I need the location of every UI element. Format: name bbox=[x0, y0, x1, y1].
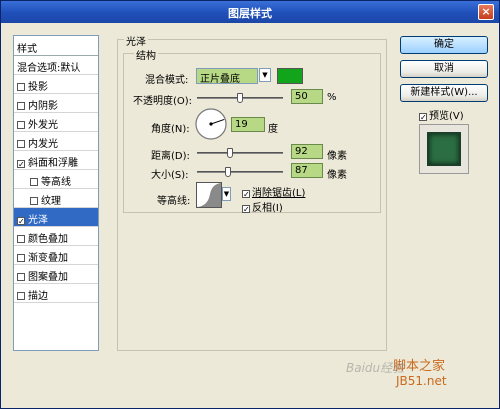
styles-list: 样式 混合选项:默认 投影 内阴影 外发光 内发光 ✓ 斜面和浮雕 等高线 纹理 ✓ 光泽 颜色叠加渐… bbox=[13, 35, 99, 351]
style-item-label: 光泽 bbox=[28, 215, 48, 226]
blend-mode-select[interactable]: 正片叠底 bbox=[196, 68, 258, 85]
contour-dropdown-icon[interactable]: ▼ bbox=[222, 187, 231, 201]
style-item-checkbox[interactable] bbox=[17, 121, 25, 129]
satin-color-swatch[interactable] bbox=[277, 68, 303, 84]
style-item-checkbox[interactable]: ✓ bbox=[17, 217, 25, 226]
title-bar: 图层样式 × bbox=[1, 1, 499, 23]
style-item-checkbox[interactable] bbox=[17, 273, 25, 281]
style-item[interactable]: 投影 bbox=[14, 75, 98, 94]
preview-label: 预览(V) bbox=[429, 111, 464, 122]
angle-unit: 度 bbox=[268, 124, 278, 135]
style-item-checkbox[interactable] bbox=[17, 102, 25, 110]
style-item-checkbox[interactable] bbox=[30, 178, 38, 186]
blend-mode-label: 混合模式: bbox=[145, 75, 189, 86]
angle-input[interactable]: 19 bbox=[231, 117, 265, 132]
opacity-slider[interactable] bbox=[197, 93, 283, 103]
size-unit: 像素 bbox=[327, 170, 347, 181]
style-item-label: 等高线 bbox=[41, 177, 71, 188]
style-item-label: 纹理 bbox=[41, 196, 61, 207]
style-item[interactable]: ✓ 光泽 bbox=[14, 208, 98, 227]
size-input[interactable]: 87 bbox=[291, 163, 323, 178]
style-item[interactable]: 内发光 bbox=[14, 132, 98, 151]
opacity-label: 不透明度(O): bbox=[133, 96, 193, 107]
style-item-label: 内阴影 bbox=[28, 101, 58, 112]
angle-label: 角度(N): bbox=[151, 124, 190, 135]
angle-dial[interactable] bbox=[194, 107, 228, 141]
invert-check-icon[interactable]: ✓ bbox=[242, 205, 250, 214]
style-item-label: 颜色叠加 bbox=[28, 234, 68, 245]
distance-input[interactable]: 92 bbox=[291, 144, 323, 159]
style-item-label: 混合选项:默认 bbox=[17, 63, 81, 74]
new-style-button[interactable]: 新建样式(W)... bbox=[400, 84, 488, 102]
size-slider-thumb[interactable] bbox=[225, 167, 231, 177]
style-item-label: 内发光 bbox=[28, 139, 58, 150]
style-item[interactable]: ✓ 斜面和浮雕 bbox=[14, 151, 98, 170]
satin-group-title: 光泽 bbox=[124, 33, 148, 48]
style-item-label: 渐变叠加 bbox=[28, 253, 68, 264]
style-item[interactable]: 颜色叠加 bbox=[14, 227, 98, 246]
opacity-slider-thumb[interactable] bbox=[237, 93, 243, 103]
watermark-url: JB51.net bbox=[396, 374, 447, 388]
style-item-label: 图案叠加 bbox=[28, 272, 68, 283]
contour-label: 等高线: bbox=[157, 196, 191, 207]
style-preview-swatch bbox=[427, 132, 461, 166]
watermark-baidu: Baidu经验 bbox=[346, 361, 405, 375]
styles-header[interactable]: 样式 bbox=[14, 36, 98, 56]
style-item[interactable]: 图案叠加 bbox=[14, 265, 98, 284]
blend-mode-dropdown-icon[interactable]: ▼ bbox=[259, 68, 271, 82]
style-item-checkbox[interactable] bbox=[17, 235, 25, 243]
style-item-checkbox[interactable] bbox=[17, 254, 25, 262]
close-button[interactable]: × bbox=[478, 4, 494, 20]
window-title: 图层样式 bbox=[228, 7, 272, 20]
size-slider[interactable] bbox=[197, 167, 283, 177]
anti-alias-check-icon[interactable]: ✓ bbox=[242, 190, 250, 199]
distance-slider-thumb[interactable] bbox=[226, 148, 233, 158]
style-item[interactable]: 描边 bbox=[14, 284, 98, 303]
distance-label: 距离(D): bbox=[151, 151, 190, 162]
style-item-checkbox[interactable] bbox=[17, 292, 25, 300]
style-preview bbox=[419, 124, 469, 174]
invert-label: 反相(I) bbox=[252, 203, 283, 214]
style-item-label: 投影 bbox=[28, 82, 48, 93]
ok-button[interactable]: 确定 bbox=[400, 36, 488, 54]
invert-checkbox[interactable]: ✓ 反相(I) bbox=[242, 199, 283, 214]
opacity-unit: % bbox=[327, 92, 337, 103]
style-item-label: 斜面和浮雕 bbox=[28, 158, 78, 169]
style-item[interactable]: 渐变叠加 bbox=[14, 246, 98, 265]
size-label: 大小(S): bbox=[151, 170, 189, 181]
distance-unit: 像素 bbox=[327, 151, 347, 162]
style-item-checkbox[interactable]: ✓ bbox=[17, 160, 25, 169]
preview-checkbox[interactable]: ✓ 预览(V) bbox=[419, 107, 464, 122]
preview-check-icon[interactable]: ✓ bbox=[419, 113, 427, 122]
style-item[interactable]: 混合选项:默认 bbox=[14, 56, 98, 75]
style-item-checkbox[interactable] bbox=[17, 140, 25, 148]
style-item[interactable]: 等高线 bbox=[14, 170, 98, 189]
contour-preview-icon[interactable] bbox=[196, 182, 222, 208]
cancel-button[interactable]: 取消 bbox=[400, 60, 488, 78]
style-item[interactable]: 内阴影 bbox=[14, 94, 98, 113]
structure-group-title: 结构 bbox=[134, 47, 158, 62]
style-item-checkbox[interactable] bbox=[17, 83, 25, 91]
layer-style-dialog: 图层样式 × 样式 混合选项:默认 投影 内阴影 外发光 内发光 ✓ 斜面和浮雕 等高线 纹理 ✓… bbox=[0, 0, 500, 409]
distance-slider[interactable] bbox=[197, 148, 283, 158]
style-item[interactable]: 外发光 bbox=[14, 113, 98, 132]
style-item-label: 描边 bbox=[28, 291, 48, 302]
anti-alias-checkbox[interactable]: ✓ 消除锯齿(L) bbox=[242, 184, 305, 199]
style-item[interactable]: 纹理 bbox=[14, 189, 98, 208]
style-item-checkbox[interactable] bbox=[30, 197, 38, 205]
anti-alias-label: 消除锯齿(L) bbox=[252, 188, 306, 199]
opacity-input[interactable]: 50 bbox=[291, 89, 323, 104]
style-item-label: 外发光 bbox=[28, 120, 58, 131]
